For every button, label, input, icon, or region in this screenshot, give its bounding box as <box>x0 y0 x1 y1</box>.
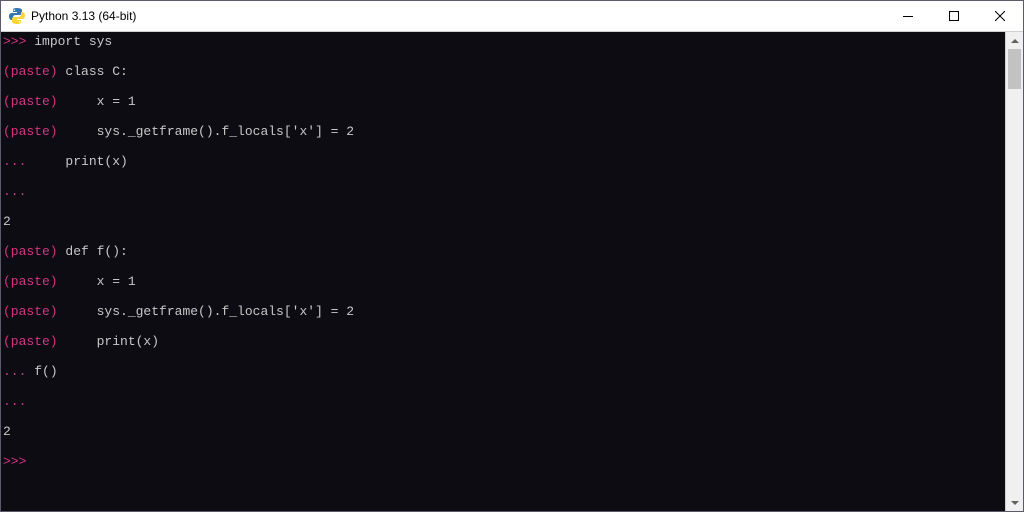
vertical-scrollbar[interactable] <box>1005 32 1023 511</box>
repl-prompt: >>> <box>3 454 34 469</box>
terminal-text: 2 <box>3 424 11 439</box>
terminal-line: ... print(x) <box>3 154 1005 169</box>
terminal-line: 2 <box>3 424 1005 439</box>
terminal-text: print(x) <box>34 154 128 169</box>
terminal-text: print(x) <box>65 334 159 349</box>
window-controls <box>885 1 1023 31</box>
close-button[interactable] <box>977 1 1023 31</box>
terminal-text: x = 1 <box>65 94 135 109</box>
terminal-line: ... <box>3 184 1005 199</box>
terminal-text: def f(): <box>65 244 127 259</box>
terminal-line: >>> <box>3 454 1005 469</box>
terminal-line: 2 <box>3 214 1005 229</box>
repl-prompt: (paste) <box>3 244 65 259</box>
repl-prompt: ... <box>3 364 34 379</box>
terminal-text: 2 <box>3 214 11 229</box>
terminal-line: (paste) sys._getframe().f_locals['x'] = … <box>3 124 1005 139</box>
minimize-button[interactable] <box>885 1 931 31</box>
repl-prompt: (paste) <box>3 94 65 109</box>
terminal[interactable]: >>> import sys (paste) class C: (paste) … <box>1 32 1005 511</box>
terminal-line: >>> import sys <box>3 34 1005 49</box>
repl-prompt: >>> <box>3 34 34 49</box>
terminal-text: sys._getframe().f_locals['x'] = 2 <box>65 124 354 139</box>
scroll-down-arrow[interactable] <box>1006 494 1023 511</box>
repl-prompt: (paste) <box>3 334 65 349</box>
repl-prompt: ... <box>3 394 34 409</box>
scroll-up-arrow[interactable] <box>1006 32 1023 49</box>
terminal-text: x = 1 <box>65 274 135 289</box>
terminal-line: (paste) class C: <box>3 64 1005 79</box>
terminal-line: (paste) print(x) <box>3 334 1005 349</box>
titlebar[interactable]: Python 3.13 (64-bit) <box>1 1 1023 32</box>
terminal-text: class C: <box>65 64 127 79</box>
terminal-line: (paste) x = 1 <box>3 94 1005 109</box>
terminal-line: (paste) x = 1 <box>3 274 1005 289</box>
window-title: Python 3.13 (64-bit) <box>31 9 885 23</box>
client-area: >>> import sys (paste) class C: (paste) … <box>1 32 1023 511</box>
repl-prompt: (paste) <box>3 124 65 139</box>
repl-prompt: (paste) <box>3 64 65 79</box>
terminal-line: (paste) sys._getframe().f_locals['x'] = … <box>3 304 1005 319</box>
terminal-line: ... <box>3 394 1005 409</box>
python-icon <box>9 8 25 24</box>
terminal-text: sys._getframe().f_locals['x'] = 2 <box>65 304 354 319</box>
terminal-text: import sys <box>34 34 112 49</box>
repl-prompt: (paste) <box>3 304 65 319</box>
repl-prompt: ... <box>3 184 34 199</box>
repl-prompt: ... <box>3 154 34 169</box>
repl-prompt: (paste) <box>3 274 65 289</box>
scroll-thumb[interactable] <box>1008 49 1021 89</box>
app-window: Python 3.13 (64-bit) >>> import sys (pas… <box>0 0 1024 512</box>
terminal-line: (paste) def f(): <box>3 244 1005 259</box>
terminal-text: f() <box>34 364 57 379</box>
maximize-button[interactable] <box>931 1 977 31</box>
terminal-line: ... f() <box>3 364 1005 379</box>
